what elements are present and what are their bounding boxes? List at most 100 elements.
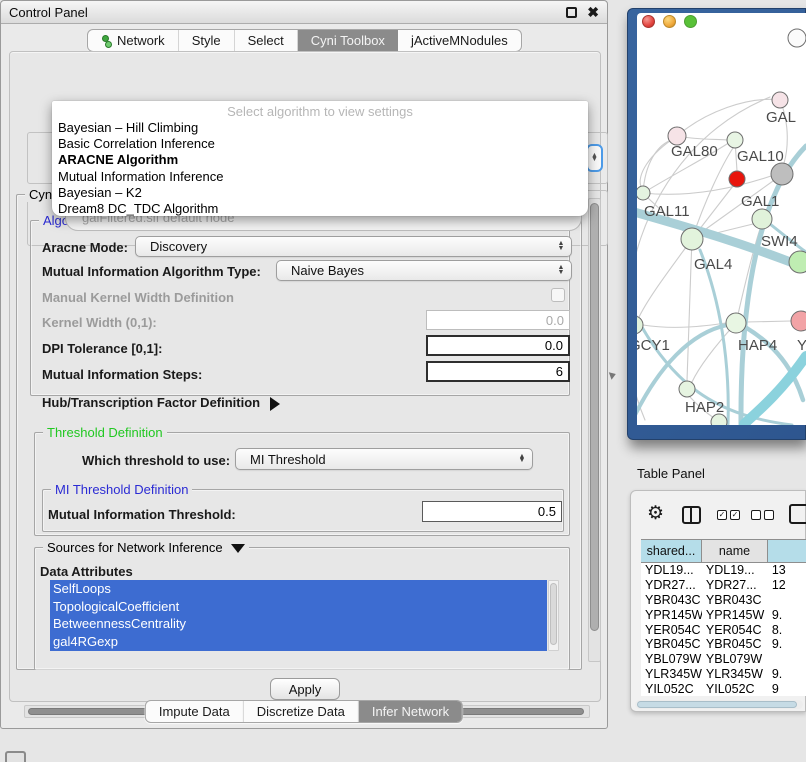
table-cell: YBL079W bbox=[702, 652, 768, 666]
table-row[interactable]: YER054CYER054C8. bbox=[641, 622, 806, 637]
tab-network[interactable]: Network bbox=[88, 30, 179, 51]
mac-close-icon[interactable] bbox=[642, 15, 655, 28]
mac-zoom-icon[interactable] bbox=[684, 15, 697, 28]
algorithm-option[interactable]: Bayesian – Hill Climbing bbox=[58, 120, 582, 136]
table-row[interactable]: YLR345WYLR345W9. bbox=[641, 667, 806, 682]
network-node[interactable] bbox=[771, 163, 793, 185]
attribute-item[interactable]: TopologicalCoefficient bbox=[50, 598, 547, 616]
network-node[interactable] bbox=[752, 209, 772, 229]
kernel-width-label: Kernel Width (0,1): bbox=[42, 315, 157, 330]
combo-spinner-icon: ▲▼ bbox=[514, 455, 532, 464]
kernel-width-field[interactable]: 0.0 bbox=[426, 310, 570, 330]
which-threshold-combobox[interactable]: MI Threshold ▲▼ bbox=[235, 448, 533, 470]
focused-combobox-edge[interactable]: ▲▼ bbox=[586, 144, 603, 172]
apply-button[interactable]: Apply bbox=[270, 678, 340, 700]
algorithm-option[interactable]: Dream8 DC_TDC Algorithm bbox=[58, 201, 582, 217]
mi-steps-field[interactable]: 6 bbox=[426, 361, 570, 382]
attribute-item[interactable]: BetweennessCentrality bbox=[50, 615, 547, 633]
close-icon[interactable]: ✖ bbox=[587, 4, 599, 21]
network-node[interactable] bbox=[726, 313, 746, 333]
tab-discretize-data[interactable]: Discretize Data bbox=[244, 701, 359, 722]
tab-label: Discretize Data bbox=[257, 704, 345, 719]
network-edge bbox=[746, 321, 791, 322]
threshold-definition-title: Threshold Definition bbox=[43, 425, 167, 440]
network-tab-icon bbox=[101, 35, 112, 47]
deselect-all-checkboxes-icon[interactable] bbox=[751, 510, 774, 520]
attribute-item[interactable]: gal4RGexp bbox=[50, 633, 547, 651]
network-node[interactable] bbox=[789, 251, 806, 273]
algorithm-option[interactable]: Bayesian – K2 bbox=[58, 185, 582, 201]
mac-minimize-icon[interactable] bbox=[663, 15, 676, 28]
table-row[interactable]: YBR043CYBR043C bbox=[641, 593, 806, 608]
hub-definition-expander[interactable]: Hub/Transcription Factor Definition bbox=[42, 395, 280, 411]
mi-steps-label: Mutual Information Steps: bbox=[42, 367, 202, 382]
select-all-checkboxes-icon[interactable]: ✓✓ bbox=[717, 510, 740, 520]
column-header[interactable]: name bbox=[702, 540, 768, 562]
tab-impute-data[interactable]: Impute Data bbox=[146, 701, 244, 722]
tab-infer-network[interactable]: Infer Network bbox=[359, 701, 462, 722]
expander-right-icon[interactable] bbox=[270, 397, 280, 411]
attributes-scrollbar[interactable] bbox=[548, 580, 559, 651]
settings-vscroll-thumb[interactable] bbox=[590, 203, 599, 631]
manual-kernel-checkbox[interactable] bbox=[551, 288, 565, 302]
algorithm-option[interactable]: Basic Correlation Inference bbox=[58, 136, 582, 152]
control-panel-window: Control Panel ✖ NetworkStyleSelectCyni T… bbox=[0, 0, 608, 729]
table-header-row: shared...name bbox=[641, 539, 806, 563]
table-cell: YPR145W bbox=[702, 608, 768, 622]
mi-type-combobox[interactable]: Naive Bayes ▲▼ bbox=[276, 260, 572, 281]
aracne-mode-combobox[interactable]: Discovery ▲▼ bbox=[135, 236, 572, 257]
network-node[interactable] bbox=[772, 92, 788, 108]
aracne-mode-value: Discovery bbox=[136, 239, 553, 254]
network-node[interactable] bbox=[729, 171, 745, 187]
algorithm-option[interactable]: ARACNE Algorithm bbox=[58, 152, 582, 168]
tab-style[interactable]: Style bbox=[179, 30, 235, 51]
gear-icon[interactable]: ⚙ bbox=[647, 502, 664, 525]
attributes-scrollbar-thumb[interactable] bbox=[550, 583, 557, 645]
node-label: GAL1 bbox=[741, 193, 779, 210]
table-row[interactable]: YIL052CYIL052C9 bbox=[641, 681, 806, 696]
table-row[interactable]: YPR145WYPR145W9. bbox=[641, 607, 806, 622]
control-panel-titlebar[interactable]: Control Panel ✖ bbox=[1, 1, 607, 24]
network-node[interactable] bbox=[681, 228, 703, 250]
network-node[interactable] bbox=[791, 311, 806, 331]
table-row[interactable]: YDR27...YDR27...12 bbox=[641, 578, 806, 593]
tab-jactivemnodules[interactable]: jActiveMNodules bbox=[398, 30, 521, 51]
table-row[interactable]: YBL079WYBL079W bbox=[641, 652, 806, 667]
dpi-tolerance-label: DPI Tolerance [0,1]: bbox=[42, 341, 162, 356]
table-cell: YPR145W bbox=[641, 608, 702, 622]
table-cell: YBR043C bbox=[702, 593, 768, 607]
attribute-item[interactable]: SelfLoops bbox=[50, 580, 547, 598]
network-node[interactable] bbox=[727, 132, 743, 148]
node-label: GAL10 bbox=[737, 148, 784, 165]
table-row[interactable]: YDL19...YDL19...13 bbox=[641, 563, 806, 578]
column-header[interactable] bbox=[768, 540, 806, 562]
table-cell: YBR043C bbox=[641, 593, 702, 607]
columns-icon[interactable] bbox=[682, 506, 701, 524]
network-node[interactable] bbox=[679, 381, 695, 397]
manual-kernel-label: Manual Kernel Width Definition bbox=[42, 290, 234, 305]
network-node[interactable] bbox=[637, 186, 650, 200]
mi-threshold-field[interactable]: 0.5 bbox=[422, 501, 562, 522]
table-cell: 13 bbox=[768, 563, 806, 577]
table-horizontal-scrollbar[interactable] bbox=[635, 700, 803, 709]
tab-select[interactable]: Select bbox=[235, 30, 298, 51]
combo-spinner-icon: ▲▼ bbox=[553, 266, 571, 275]
network-canvas[interactable]: GALGAL80GAL10GAL11GAL1GAL4SWI4GCY1HAP4YH… bbox=[637, 13, 806, 425]
network-node[interactable] bbox=[637, 316, 643, 334]
algorithm-option[interactable]: Mutual Information Inference bbox=[58, 169, 582, 185]
network-node[interactable] bbox=[788, 29, 806, 47]
column-header[interactable]: shared... bbox=[641, 540, 702, 562]
dpi-tolerance-field[interactable]: 0.0 bbox=[426, 335, 570, 356]
network-edge bbox=[687, 239, 692, 381]
mi-threshold-title: MI Threshold Definition bbox=[51, 482, 192, 497]
docked-panel-icon[interactable] bbox=[5, 751, 26, 762]
table-row[interactable]: YBR045CYBR045C9. bbox=[641, 637, 806, 652]
control-panel-tabbar: NetworkStyleSelectCyni ToolboxjActiveMNo… bbox=[87, 29, 522, 52]
float-window-icon[interactable] bbox=[566, 7, 577, 18]
sources-title[interactable]: Sources for Network Inference bbox=[43, 540, 249, 555]
table-hscroll-thumb[interactable] bbox=[637, 701, 797, 708]
expander-down-icon[interactable] bbox=[231, 544, 245, 553]
export-table-icon[interactable] bbox=[789, 504, 806, 524]
settings-vertical-scrollbar[interactable] bbox=[588, 198, 601, 662]
tab-cyni-toolbox[interactable]: Cyni Toolbox bbox=[298, 30, 398, 51]
